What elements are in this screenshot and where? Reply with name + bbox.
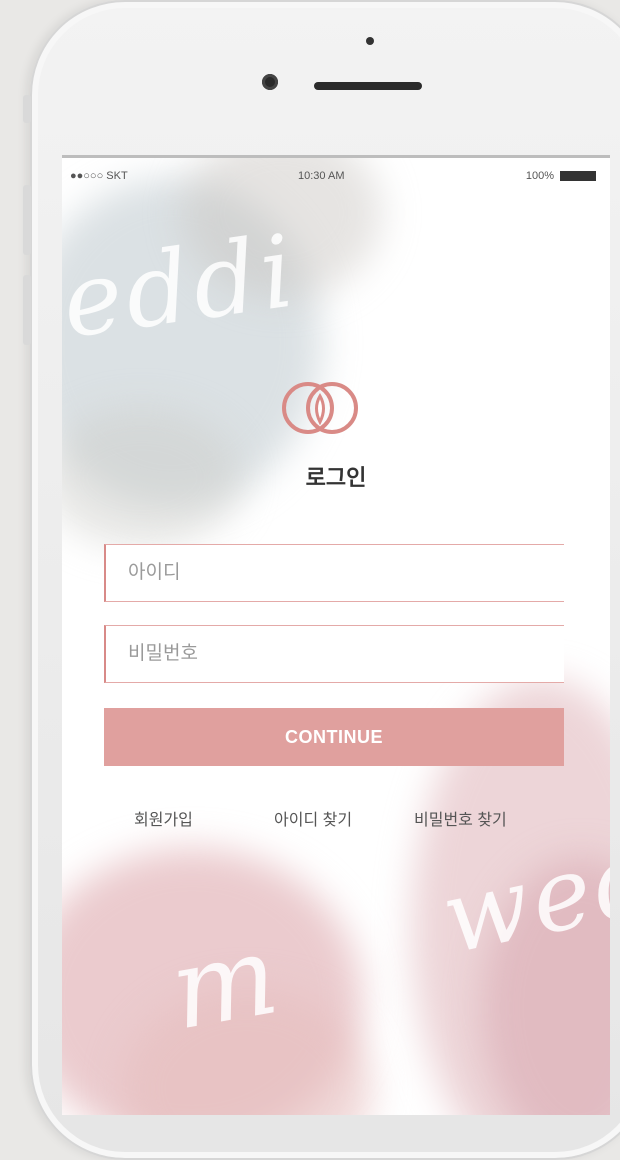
password-field[interactable]	[104, 625, 564, 683]
interlocking-rings-logo-icon	[282, 382, 358, 434]
status-bar: ●●○○○ SKT 10:30 AM 100%	[62, 170, 610, 190]
proximity-sensor	[366, 37, 374, 45]
battery-percent: 100%	[525, 170, 554, 182]
id-input[interactable]	[106, 545, 564, 601]
continue-button[interactable]: CONTINUE	[104, 708, 564, 766]
carrier-signal: ●●○○○ SKT	[70, 170, 128, 182]
account-links: 회원가입 아이디 찾기 비밀번호 찾기	[62, 806, 610, 830]
app-screen: eddi m wed ●●○○○ SKT 10:30 AM 100% 로그인 C…	[62, 155, 610, 1115]
battery-icon	[560, 171, 596, 181]
status-time: 10:30 AM	[298, 170, 345, 182]
volume-down-button	[23, 275, 31, 345]
page-title: 로그인	[305, 465, 367, 490]
front-camera-icon	[262, 74, 278, 90]
id-field[interactable]	[104, 544, 564, 602]
signup-link[interactable]: 회원가입	[134, 806, 193, 830]
find-password-link[interactable]: 비밀번호 찾기	[414, 806, 507, 830]
password-input[interactable]	[106, 626, 564, 682]
find-id-link[interactable]: 아이디 찾기	[274, 806, 352, 830]
battery-status: 100%	[526, 170, 596, 182]
mute-switch	[23, 95, 31, 123]
volume-up-button	[23, 185, 31, 255]
earpiece-speaker	[314, 82, 422, 90]
background-script-text: m	[161, 909, 291, 1055]
